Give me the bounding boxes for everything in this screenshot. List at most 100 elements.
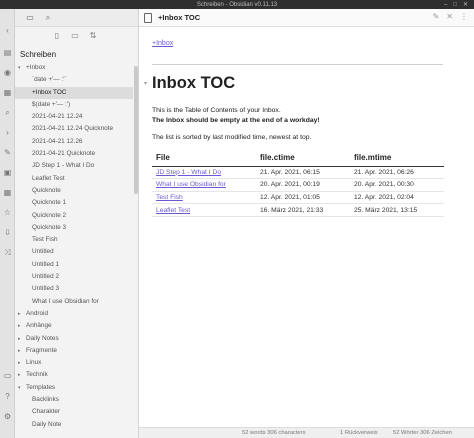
ctime-cell: 20. Apr. 2021, 00:19 (256, 178, 350, 192)
note-title[interactable]: +Inbox TOC (158, 13, 200, 22)
tree-folder[interactable]: ▸ Fragmente (15, 345, 133, 357)
file-link[interactable]: JD Step 1 - What I Do (156, 169, 221, 176)
daily-note-icon[interactable]: ▦ (3, 88, 12, 97)
chevron-right-icon[interactable]: ▸ (18, 357, 21, 369)
open-vault-icon[interactable]: ▭ (3, 371, 12, 380)
file-explorer-icon[interactable]: ▤ (3, 48, 12, 57)
tree-file[interactable]: $(date +'— :') (15, 99, 133, 111)
calendar-icon[interactable]: ▦ (3, 188, 12, 197)
tree-folder[interactable]: ▸ Anhänge (15, 320, 133, 332)
chevron-right-icon[interactable]: ▸ (18, 369, 21, 381)
tree-item-label: Anhänge (26, 322, 52, 330)
collapse-sidebar-icon[interactable]: ‹ (3, 26, 12, 35)
tree-file[interactable]: 2021-04-21 12.24 (15, 111, 133, 123)
tree-file[interactable]: JD Step 1 - What I Do (15, 160, 133, 172)
tree-file[interactable]: Untitled 2 (15, 271, 133, 283)
starred-icon[interactable]: ☆ (3, 208, 12, 217)
file-link[interactable]: What I use Obsidian for (156, 181, 226, 188)
backlink-count-status[interactable]: 1 Rückverweis (340, 428, 378, 438)
chevron-right-icon[interactable]: ▸ (18, 345, 21, 357)
tree-item-label: Untitled 3 (32, 285, 59, 293)
note-header: +Inbox TOC ✎ ✕ ⋮ (139, 9, 474, 27)
command-palette-icon[interactable]: › (3, 128, 12, 137)
tree-file[interactable]: +Inbox TOC (15, 86, 133, 99)
tree-file[interactable]: Quicknote 1 (15, 197, 133, 209)
tree-item-label: Daily Notes (26, 334, 59, 342)
tree-item-label: Quicknote 1 (32, 199, 67, 207)
edit-pencil-icon[interactable]: ✎ (433, 12, 440, 21)
file-tree: ▾ +Inbox `date +'— :'` +Inbox TOC $(date +'—… (15, 62, 133, 431)
window-titlebar: Schreiben - Obsidian v0.11.13 – □ ✕ (0, 0, 474, 9)
chevron-down-icon[interactable]: ▾ (18, 62, 21, 74)
chevron-right-icon[interactable]: ▸ (18, 320, 21, 332)
sort-icon[interactable]: ⇅ (88, 31, 98, 41)
tree-item-label: Quicknote (32, 186, 61, 194)
tree-folder[interactable]: ▸ Daily Notes (15, 333, 133, 345)
heading-collapse-icon[interactable]: ▾ (144, 80, 147, 87)
open-quick-switcher-icon[interactable]: ⌕ (3, 108, 12, 117)
tree-folder[interactable]: ▸ Android (15, 308, 133, 320)
tree-file[interactable]: Untitled 1 (15, 259, 133, 271)
tree-folder[interactable]: ▸ Linux (15, 357, 133, 369)
settings-gear-icon[interactable]: ⚙ (3, 412, 12, 421)
close-window-icon[interactable]: ✕ (463, 1, 468, 8)
column-header-ctime: file.ctime (256, 150, 350, 167)
tree-file[interactable]: Untitled (15, 246, 133, 258)
close-note-icon[interactable]: ✕ (446, 12, 453, 21)
tree-item-label: 2021-04-21 12.24 Quicknote (32, 125, 114, 133)
folder-tab-icon[interactable]: ▭ (25, 13, 35, 23)
tree-folder[interactable]: ▾ Templates (15, 382, 133, 394)
tree-file[interactable]: Charakter (15, 406, 133, 418)
tree-file[interactable]: Leaflet Test (15, 173, 133, 185)
tree-file[interactable]: 2021-04-21 12.24 Quicknote (15, 123, 133, 135)
file-link[interactable]: Test Fish (156, 194, 183, 201)
tree-file[interactable]: Quicknote 2 (15, 210, 133, 222)
tree-item-label: What I use Obsidian for (32, 297, 99, 305)
dataview-table: File file.ctime file.mtime JD Step 1 - W… (152, 150, 444, 217)
word-count-status: 52 words 306 characters (242, 430, 306, 436)
backlink-inbox[interactable]: +Inbox (152, 40, 173, 47)
tree-file[interactable]: What I use Obsidian for (15, 296, 133, 308)
sidebar-scrollbar[interactable] (134, 66, 138, 194)
minimize-icon[interactable]: – (444, 2, 447, 8)
tree-item-label: Quicknote 2 (32, 211, 67, 219)
file-link[interactable]: Leaflet Test (156, 207, 190, 214)
tree-file[interactable]: 2021-04-21 Quicknote (15, 148, 133, 160)
mtime-cell: 25. März 2021, 13:15 (350, 203, 444, 217)
tree-file[interactable]: Untitled 3 (15, 283, 133, 295)
chevron-right-icon[interactable]: ▸ (18, 333, 21, 345)
note-actions: ✎ ✕ ⋮ (433, 12, 468, 21)
graph-view-icon[interactable]: ◉ (3, 68, 12, 77)
tree-item-label: Android (26, 309, 49, 317)
random-note-icon[interactable]: ⤨ (3, 248, 12, 257)
inbox-rule-text: The Inbox should be empty at the end of … (152, 117, 320, 124)
chevron-right-icon[interactable]: ▸ (18, 308, 21, 320)
template-icon[interactable]: ▣ (3, 168, 12, 177)
tree-item-label: Daily Note (32, 420, 62, 428)
tree-file[interactable]: Test Fish (15, 234, 133, 246)
tree-item-label: Leaflet Test (32, 174, 65, 182)
search-tab-icon[interactable]: ⌕ (43, 13, 53, 23)
markdown-export-icon[interactable]: ⇩ (3, 228, 12, 237)
status-bar: 52 words 306 characters 1 Rückverweis 52… (139, 427, 474, 438)
tree-file[interactable]: 2021-04-21 12.26 (15, 136, 133, 148)
ctime-cell: 12. Apr. 2021, 01:05 (256, 191, 350, 205)
new-note-icon[interactable]: ▯ (52, 31, 62, 41)
tree-folder[interactable]: ▸ Technik (15, 369, 133, 381)
tree-folder[interactable]: ▾ +Inbox (15, 62, 133, 74)
tree-file[interactable]: Quicknote 3 (15, 222, 133, 234)
help-icon[interactable]: ? (3, 392, 12, 401)
maximize-icon[interactable]: □ (453, 2, 457, 8)
tree-item-label: `date +'— :'` (32, 76, 67, 84)
table-row: Leaflet Test 16. März 2021, 21:33 25. Mä… (152, 203, 444, 217)
chevron-down-icon[interactable]: ▾ (18, 382, 21, 394)
tree-file[interactable]: Quicknote (15, 185, 133, 197)
tree-file[interactable]: Backlinks (15, 394, 133, 406)
new-folder-icon[interactable]: ▭ (70, 31, 80, 41)
tree-file[interactable]: Daily Note (15, 419, 133, 431)
more-options-icon[interactable]: ⋮ (460, 12, 468, 21)
plugin-icon[interactable]: ✎ (3, 148, 12, 157)
tree-file[interactable]: `date +'— :'` (15, 74, 133, 86)
tree-item-label: Charakter (32, 408, 61, 416)
tree-item-label: +Inbox (26, 64, 46, 71)
